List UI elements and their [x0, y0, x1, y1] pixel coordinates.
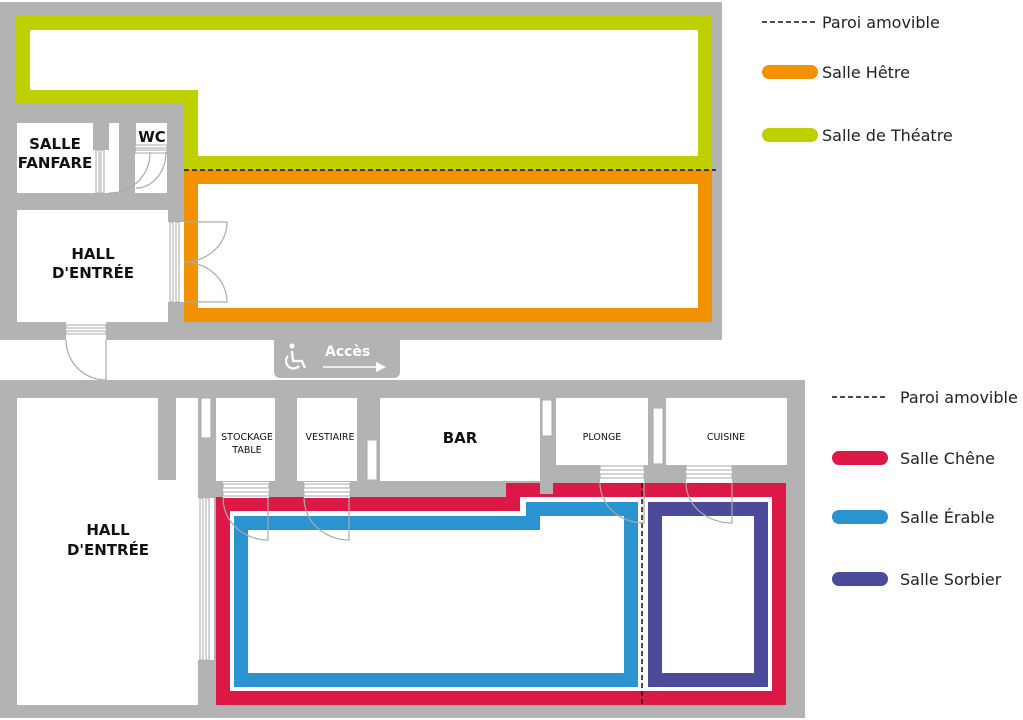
legend-swatch-hetre — [762, 65, 818, 79]
access-label: Accès — [325, 344, 370, 360]
label-cuisine: CUISINE — [707, 432, 745, 443]
label-bar: BAR — [443, 429, 478, 447]
legend-bottom: Paroi amovible Salle Chêne Salle Érable … — [832, 388, 1018, 589]
legend-label: Salle Érable — [900, 508, 995, 527]
top-building: SALLE FANFARE WC HALL D'ENTRÉE — [0, 2, 722, 381]
legend-swatch-sorbier — [832, 572, 888, 586]
entrance-door — [65, 339, 107, 381]
legend-label: Paroi amovible — [900, 388, 1018, 407]
legend-swatch-chene — [832, 451, 888, 465]
legend-top: Paroi amovible Salle Hêtre Salle de Théa… — [762, 13, 953, 145]
legend-label: Paroi amovible — [822, 13, 940, 32]
label-plonge: PLONGE — [583, 432, 622, 443]
legend-label: Salle de Théatre — [822, 126, 953, 145]
label-vestiaire: VESTIAIRE — [305, 432, 354, 443]
floor-plan: SALLE FANFARE WC HALL D'ENTRÉE Accès Paroi… — [0, 2, 1018, 718]
access-indicator: Accès — [274, 330, 400, 378]
legend-swatch-theatre — [762, 128, 818, 142]
legend-label: Salle Hêtre — [822, 63, 910, 82]
legend-label: Salle Chêne — [900, 449, 995, 468]
label-wc: WC — [138, 128, 166, 146]
legend-label: Salle Sorbier — [900, 570, 1002, 589]
legend-swatch-erable — [832, 510, 888, 524]
bottom-building: HALL D'ENTRÉE STOCKAGE TABLE VESTIAIRE BAR… — [0, 380, 805, 718]
salle-hetre-floor — [198, 184, 698, 308]
